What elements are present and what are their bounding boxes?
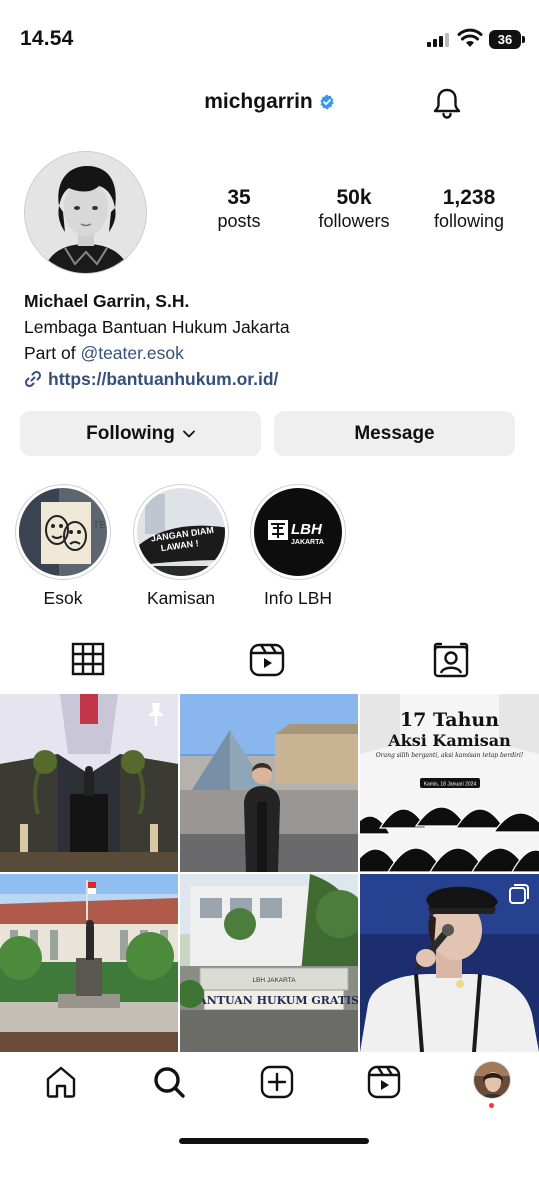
followers-count-value: 50k (336, 186, 372, 209)
verified-badge-icon (320, 94, 334, 110)
post-5-sign-small: LBH JAKARTA (252, 977, 296, 984)
search-icon[interactable] (151, 1064, 187, 1100)
website-link[interactable]: https://bantuanhukum.or.id/ (24, 366, 290, 392)
notification-dot (489, 1103, 494, 1108)
post-3-subtitle: Orang silih berganti, aksi kamisan tetap… (376, 752, 524, 759)
bottom-navigation (0, 1052, 539, 1200)
create-icon[interactable] (259, 1064, 295, 1100)
pinned-icon (148, 703, 164, 727)
avatar-portrait (25, 152, 146, 273)
highlight-cover-esok: TE (19, 488, 107, 576)
status-time: 14.54 (20, 27, 74, 50)
followers-count-label: followers (318, 211, 390, 231)
post-tile[interactable] (0, 874, 178, 1052)
posts-count-label: posts (217, 211, 261, 231)
highlight-cover-kamisan: JANGAN DIAM LAWAN ! (137, 488, 225, 576)
post-tile[interactable] (0, 694, 178, 872)
notification-bell-icon[interactable] (430, 86, 464, 120)
post-tile[interactable] (180, 694, 358, 872)
post-4-image (0, 874, 178, 1052)
profile-avatar[interactable] (473, 1061, 511, 1099)
cellular-signal-icon (427, 33, 453, 47)
post-3-date: Kamis, 18 Januari 2024 (424, 782, 477, 788)
message-button[interactable]: Message (274, 411, 515, 456)
website-link-text: https://bantuanhukum.or.id/ (48, 369, 279, 389)
post-3-title-line1: 17 Tahun (400, 709, 499, 731)
username-title[interactable]: michgarrin (204, 90, 313, 114)
multi-photo-icon (509, 884, 529, 904)
tagged-icon[interactable] (431, 640, 471, 680)
home-indicator (179, 1138, 369, 1144)
highlight-label: Kamisan (146, 588, 216, 608)
wifi-icon (457, 28, 483, 47)
post-tile[interactable]: LBH JAKARTA BANTUAN HUKUM GRATIS (180, 874, 358, 1052)
status-bar: 14.54 36 (0, 0, 539, 80)
bio-line: Lembaga Bantuan Hukum Jakarta (24, 317, 290, 337)
following-count[interactable]: 1,238 following (424, 186, 514, 232)
highlight-ring: TE (15, 484, 111, 580)
highlight-ring: JANGAN DIAM LAWAN ! (133, 484, 229, 580)
display-name: Michael Garrin, S.H. (24, 291, 190, 311)
post-5-banner-text: BANTUAN HUKUM GRATIS (189, 994, 358, 1007)
following-button-label: Following (86, 422, 175, 444)
profile-bio: Michael Garrin, S.H. Lembaga Bantuan Huk… (24, 288, 290, 392)
following-button[interactable]: Following (20, 411, 261, 456)
profile-avatar-image (474, 1062, 510, 1098)
message-button-label: Message (354, 422, 435, 444)
bio-mention-link[interactable]: @teater.esok (80, 343, 183, 363)
chevron-down-icon (182, 430, 195, 437)
following-count-value: 1,238 (442, 186, 496, 209)
highlight-esok[interactable]: TE Esok (15, 484, 111, 609)
battery-level: 36 (489, 30, 521, 49)
post-tile[interactable]: 17 Tahun Aksi Kamisan Orang silih bergan… (360, 694, 539, 872)
reels-icon[interactable] (366, 1064, 402, 1100)
highlight-cover-info-lbh: LBH JAKARTA (254, 488, 342, 576)
highlight-label: Info LBH (263, 588, 333, 608)
svg-text:LBH: LBH (291, 521, 323, 538)
posts-count[interactable]: 35 posts (199, 186, 279, 232)
home-icon[interactable] (43, 1064, 79, 1100)
profile-avatar[interactable] (24, 151, 147, 274)
post-3-title-line2: Aksi Kamisan (387, 731, 511, 750)
highlight-ring: LBH JAKARTA (250, 484, 346, 580)
grid-icon[interactable] (68, 640, 108, 680)
bio-part-of-line: Part of @teater.esok (24, 340, 290, 366)
highlight-label: Esok (43, 588, 83, 608)
bio-part-of-text: Part of (24, 343, 76, 363)
post-grid: 17 Tahun Aksi Kamisan Orang silih bergan… (0, 694, 539, 1052)
highlight-kamisan[interactable]: JANGAN DIAM LAWAN ! Kamisan (133, 484, 229, 609)
battery-tip (522, 36, 525, 43)
svg-text:JAKARTA: JAKARTA (291, 539, 324, 546)
reels-icon[interactable] (247, 640, 287, 680)
svg-text:TE: TE (93, 520, 106, 531)
post-tile[interactable] (360, 874, 539, 1052)
posts-count-value: 35 (227, 186, 251, 209)
link-icon (24, 370, 42, 388)
followers-count[interactable]: 50k followers (304, 186, 404, 232)
post-5-image: LBH JAKARTA BANTUAN HUKUM GRATIS (180, 874, 358, 1052)
highlight-info-lbh[interactable]: LBH JAKARTA Info LBH (250, 484, 346, 609)
post-2-image (180, 694, 358, 872)
following-count-label: following (433, 211, 505, 231)
post-3-image: 17 Tahun Aksi Kamisan Orang silih bergan… (360, 694, 539, 872)
